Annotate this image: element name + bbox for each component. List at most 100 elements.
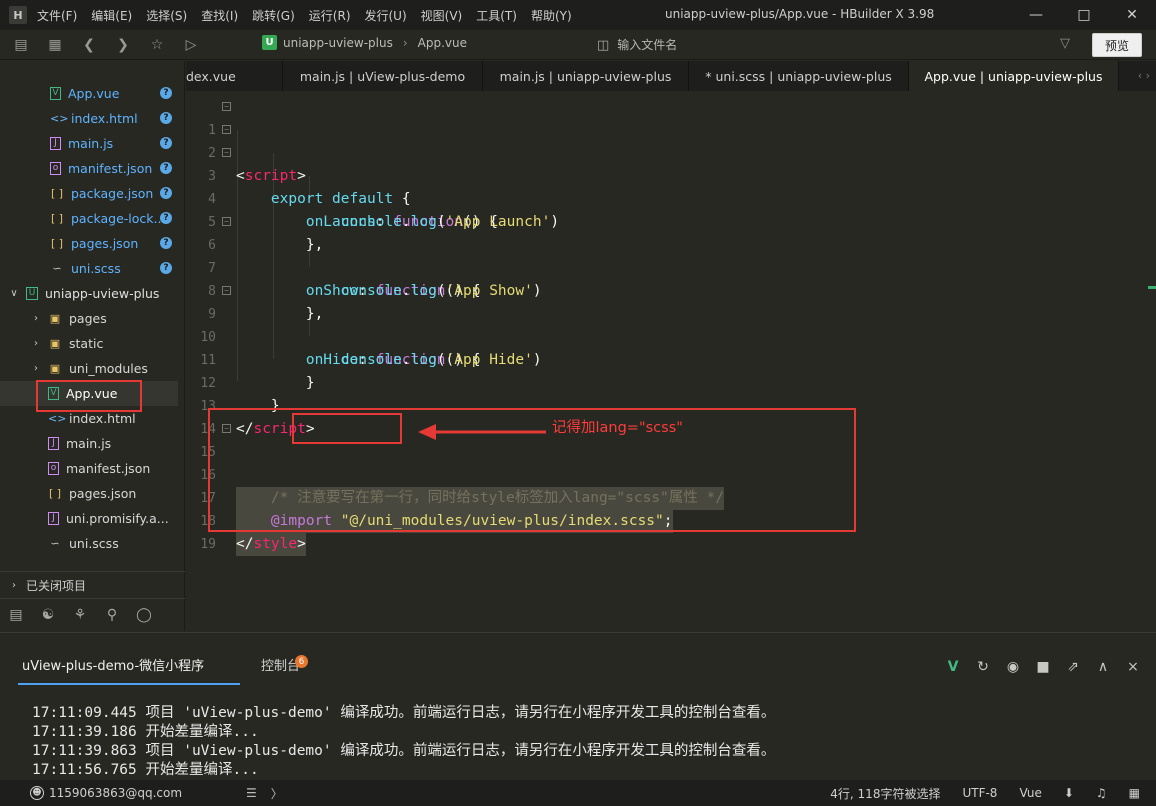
minimize-icon[interactable]: — [1012, 0, 1060, 30]
download-icon[interactable]: ⬇ [1064, 786, 1074, 800]
code-line: 11 } [186, 326, 1148, 391]
js-file-icon: J [48, 437, 59, 450]
maximize-icon[interactable]: □ [1060, 0, 1108, 30]
breadcrumb-separator-icon: › [402, 35, 408, 50]
menu-goto[interactable]: 跳转(G) [252, 7, 295, 24]
export-icon[interactable]: ⇗ [1058, 659, 1088, 675]
tree-item-uni-promisify[interactable]: J uni.promisify.a... [0, 506, 178, 531]
folder-icon: ▣ [49, 362, 61, 375]
notification-bell-icon[interactable]: ♫ [1096, 786, 1107, 800]
breadcrumb-file[interactable]: App.vue [418, 36, 467, 50]
tab-index-vue[interactable]: dex.vue [186, 61, 283, 91]
run-devtools-icon[interactable]: ◉ [998, 659, 1028, 675]
fold-icon[interactable]: − [222, 286, 231, 295]
collapse-up-icon[interactable]: ∧ [1088, 659, 1118, 675]
git-search-icon[interactable]: ⚲ [96, 607, 128, 623]
menu-find[interactable]: 查找(I) [201, 7, 238, 24]
tree-item-main-js[interactable]: J main.js [0, 431, 178, 456]
menu-select[interactable]: 选择(S) [146, 7, 187, 24]
close-panel-icon[interactable]: × [1118, 659, 1148, 675]
code-editor[interactable]: 1 − <script> 2 − export default { 3 − on… [186, 92, 1148, 632]
annotation-note: 记得加lang="scss" [552, 420, 683, 436]
tab-app-vue[interactable]: App.vue | uniapp-uview-plus [909, 61, 1119, 91]
menu-tools[interactable]: 工具(T) [476, 7, 517, 24]
tab-console[interactable]: 控制台 [261, 655, 300, 674]
js-file-icon: J [50, 137, 61, 150]
tab-uni-scss[interactable]: * uni.scss | uniapp-uview-plus [689, 61, 909, 91]
tree-item-app-vue[interactable]: V App.vue ? [0, 81, 178, 106]
tree-item-manifest-json[interactable]: o manifest.json [0, 456, 178, 481]
browser-icon[interactable]: ◯ [128, 607, 160, 623]
tree-item-manifest-json[interactable]: o manifest.json ? [0, 156, 178, 181]
menu-publish[interactable]: 发行(U) [365, 7, 407, 24]
run-icon[interactable]: ▷ [178, 34, 204, 56]
tree-item-uni-scss[interactable]: ∽ uni.scss [0, 531, 178, 556]
vue-check-icon[interactable]: V [938, 659, 968, 675]
json-file-icon: [ ] [50, 237, 64, 250]
tree-item-folder-pages[interactable]: › ▣ pages [0, 306, 178, 331]
breadcrumb-project[interactable]: uniapp-uview-plus [283, 36, 393, 50]
terminal-icon[interactable]: 〉 [271, 785, 283, 802]
tree-item-label: uniapp-uview-plus [45, 286, 160, 301]
tree-item-project-root[interactable]: ∨ U uniapp-uview-plus [0, 281, 178, 306]
code-line: 1 − <script> [186, 96, 1148, 184]
back-arrow-icon[interactable]: ❮ [76, 34, 102, 56]
tree-item-pages-json[interactable]: [ ] pages.json [0, 481, 178, 506]
tab-scroll-icon[interactable]: ‹ › [1138, 69, 1150, 82]
tree-item-label: main.js [66, 436, 112, 451]
tree-item-pages-json[interactable]: [ ] pages.json ? [0, 231, 178, 256]
menu-run[interactable]: 运行(R) [309, 7, 351, 24]
filter-icon[interactable]: ▽ [1060, 36, 1070, 51]
folder-icon: ▣ [49, 312, 61, 325]
console-count-badge: 6 [295, 655, 308, 668]
language-mode[interactable]: Vue [1019, 786, 1041, 800]
stop-icon[interactable]: ■ [1028, 659, 1058, 675]
chevron-right-icon: › [34, 363, 38, 374]
plugin-icon[interactable]: ☯ [32, 607, 64, 623]
line-number: 19 [200, 537, 216, 552]
menu-edit[interactable]: 编辑(E) [91, 7, 132, 24]
user-account[interactable]: 1159063863@qq.com [49, 786, 182, 800]
tree-item-uni-scss[interactable]: ∽ uni.scss ? [0, 256, 178, 281]
star-icon[interactable]: ☆ [144, 34, 170, 56]
panel-toolbar: V ↻ ◉ ■ ⇗ ∧ × [938, 659, 1148, 675]
tree-item-folder-uni-modules[interactable]: › ▣ uni_modules [0, 356, 178, 381]
tab-main-js-uniapp[interactable]: main.js | uniapp-uview-plus [483, 61, 689, 91]
debug-bug-icon[interactable]: ⚘ [64, 607, 96, 623]
tree-item-label: manifest.json [66, 461, 151, 476]
editor-scrollbar[interactable] [1148, 92, 1156, 632]
layout-icon[interactable]: ▦ [1129, 786, 1140, 800]
list-icon[interactable]: ☰ [246, 786, 257, 800]
tab-main-js-demo[interactable]: main.js | uView-plus-demo [283, 61, 483, 91]
tab-project-console[interactable]: uView-plus-demo-微信小程序 [22, 655, 204, 674]
scroll-marker [1148, 286, 1156, 289]
code-line: 6 − onShow: function() { [186, 211, 1148, 299]
fold-icon[interactable]: − [222, 148, 231, 157]
menu-file[interactable]: 文件(F) [37, 7, 77, 24]
code-line: 12 } [186, 349, 1148, 414]
tree-item-folder-static[interactable]: › ▣ static [0, 331, 178, 356]
fold-icon[interactable]: − [222, 102, 231, 111]
tree-item-package-lock[interactable]: [ ] package-lock... ? [0, 206, 178, 231]
close-icon[interactable]: ✕ [1108, 0, 1156, 30]
file-search-input[interactable] [617, 38, 1038, 52]
new-file-icon[interactable]: ▤ [8, 34, 34, 56]
encoding-status[interactable]: UTF-8 [962, 786, 997, 800]
forward-arrow-icon[interactable]: ❯ [110, 34, 136, 56]
tree-item-index-html[interactable]: <> index.html ? [0, 106, 178, 131]
save-icon[interactable]: ▦ [42, 34, 68, 56]
breadcrumb: U uniapp-uview-plus › App.vue [262, 35, 467, 50]
fold-icon[interactable]: − [222, 217, 231, 226]
fold-icon[interactable]: − [222, 125, 231, 134]
tree-item-label: static [69, 336, 104, 351]
project-manager-icon[interactable]: ▤ [0, 607, 32, 623]
chevron-right-icon: › [34, 313, 38, 324]
tree-item-main-js[interactable]: J main.js ? [0, 131, 178, 156]
menu-view[interactable]: 视图(V) [421, 7, 463, 24]
user-icon[interactable]: ☻ [30, 786, 44, 800]
closed-projects-section[interactable]: › 已关闭项目 [0, 571, 185, 598]
menu-help[interactable]: 帮助(Y) [531, 7, 572, 24]
tree-item-package-json[interactable]: [ ] package.json ? [0, 181, 178, 206]
restart-icon[interactable]: ↻ [968, 659, 998, 675]
preview-button[interactable]: 预览 [1092, 33, 1142, 57]
